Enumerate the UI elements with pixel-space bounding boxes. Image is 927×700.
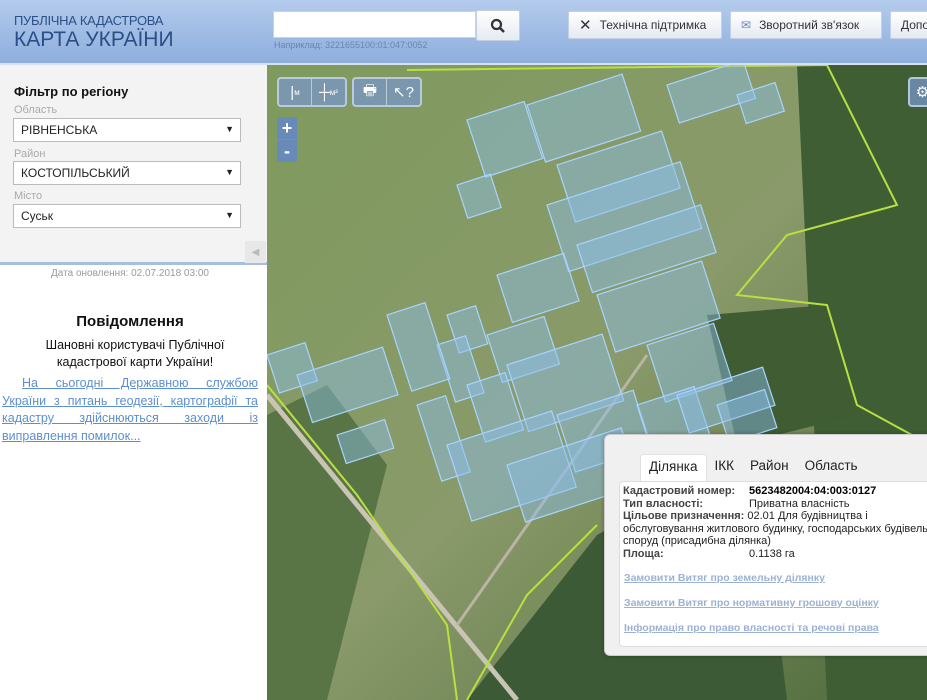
tab-oblast[interactable]: Область (797, 454, 866, 481)
envelope-icon: ✉ (741, 18, 752, 32)
logo-line1: ПУБЛІЧНА КАДАСТРОВА (14, 13, 164, 28)
region-filter: Фільтр по регіону Область РІВНЕНСЬКА ▼ Ра… (0, 65, 267, 265)
logo-line2[interactable]: КАРТА УКРАЇНИ (14, 28, 174, 52)
tab-parcel[interactable]: Ділянка (640, 454, 707, 481)
chevron-left-icon: ◀ (251, 246, 260, 258)
chevron-down-icon: ▼ (225, 210, 234, 220)
oblast-value: РІВНЕНСЬКА (21, 123, 98, 137)
measure-toolbar: | м ┼ м² (277, 77, 347, 107)
area-label: Площа: (623, 547, 664, 560)
tab-ikk[interactable]: ІКК (707, 454, 742, 481)
print-toolbar: 🖶 ↖? (352, 77, 422, 107)
misto-select[interactable]: Суськ ▼ (13, 204, 241, 228)
parcel-info-popup: Ділянка ІКК Район Область Кадастровий но… (604, 434, 927, 656)
popup-tabs: Ділянка ІКК Район Область (640, 454, 866, 481)
purpose-label: Цільове призначення: (623, 510, 745, 522)
oblast-label: Область (14, 104, 58, 116)
parcel-details: Кадастровий номер: 5623482004:04:003:0127… (619, 481, 927, 647)
sidebar: Фільтр по регіону Область РІВНЕНСЬКА ▼ Ра… (0, 65, 267, 700)
ownership-info-link[interactable]: Інформація про право власності та речові… (624, 622, 879, 635)
ownership-label: Тип власності: (623, 497, 704, 510)
tech-support-button[interactable]: ✕ Технічна підтримка (568, 11, 722, 39)
notice-link[interactable]: На сьогодні Державною службою України з … (2, 375, 258, 445)
gear-icon: ⚙ (910, 79, 927, 105)
rayon-value: КОСТОПІЛЬСЬКИЙ (21, 166, 130, 180)
tools-icon: ✕ (579, 17, 592, 34)
misto-label: Місто (14, 190, 43, 202)
search-input[interactable] (273, 11, 476, 38)
zoom-in-button[interactable]: + (277, 117, 297, 139)
chevron-down-icon: ▼ (225, 167, 234, 177)
zoom-out-button[interactable]: - (277, 140, 297, 162)
rayon-label: Район (14, 148, 46, 160)
filter-title: Фільтр по регіону (14, 84, 129, 99)
help-button[interactable]: Допо (890, 11, 927, 39)
tech-support-label: Технічна підтримка (599, 18, 707, 32)
notice-subtitle: Шановні користувачі Публічної кадастрово… (45, 338, 225, 369)
settings-button[interactable]: ⚙ (908, 77, 927, 107)
collapse-sidebar-button[interactable]: ◀ (245, 241, 266, 263)
order-valuation-link[interactable]: Замовити Витяг про нормативну грошову оц… (624, 597, 879, 610)
identify-icon[interactable]: ↖? (387, 79, 420, 105)
cadastral-value: 5623482004:04:003:0127 (749, 485, 877, 497)
help-label: Допо (901, 18, 927, 32)
notice-title: Повідомлення (76, 313, 184, 330)
measure-area-button[interactable]: ┼ м² (312, 79, 345, 105)
feedback-button[interactable]: ✉ Зворотний зв'язок (730, 11, 882, 39)
search-hint: Наприклад: 3221655100:01:047:0052 (274, 40, 428, 50)
rayon-select[interactable]: КОСТОПІЛЬСЬКИЙ ▼ (13, 161, 241, 185)
oblast-select[interactable]: РІВНЕНСЬКА ▼ (13, 118, 241, 142)
header: ПУБЛІЧНА КАДАСТРОВА КАРТА УКРАЇНИ Наприк… (0, 0, 927, 65)
tab-rayon[interactable]: Район (742, 454, 797, 481)
search-button[interactable] (476, 10, 520, 41)
measure-length-button[interactable]: | м (279, 79, 312, 105)
order-extract-link[interactable]: Замовити Витяг про земельну ділянку (624, 572, 825, 585)
ownership-value: Приватна власність (749, 497, 850, 510)
search-icon (490, 18, 505, 33)
print-icon[interactable]: 🖶 (354, 79, 387, 105)
area-value: 0.1138 га (749, 547, 795, 560)
feedback-label: Зворотний зв'язок (759, 18, 860, 32)
chevron-down-icon: ▼ (225, 124, 234, 134)
misto-value: Суськ (21, 209, 54, 223)
cadastral-label: Кадастровий номер: (623, 485, 736, 497)
update-date: Дата оновлення: 02.07.2018 03:00 (51, 268, 209, 279)
